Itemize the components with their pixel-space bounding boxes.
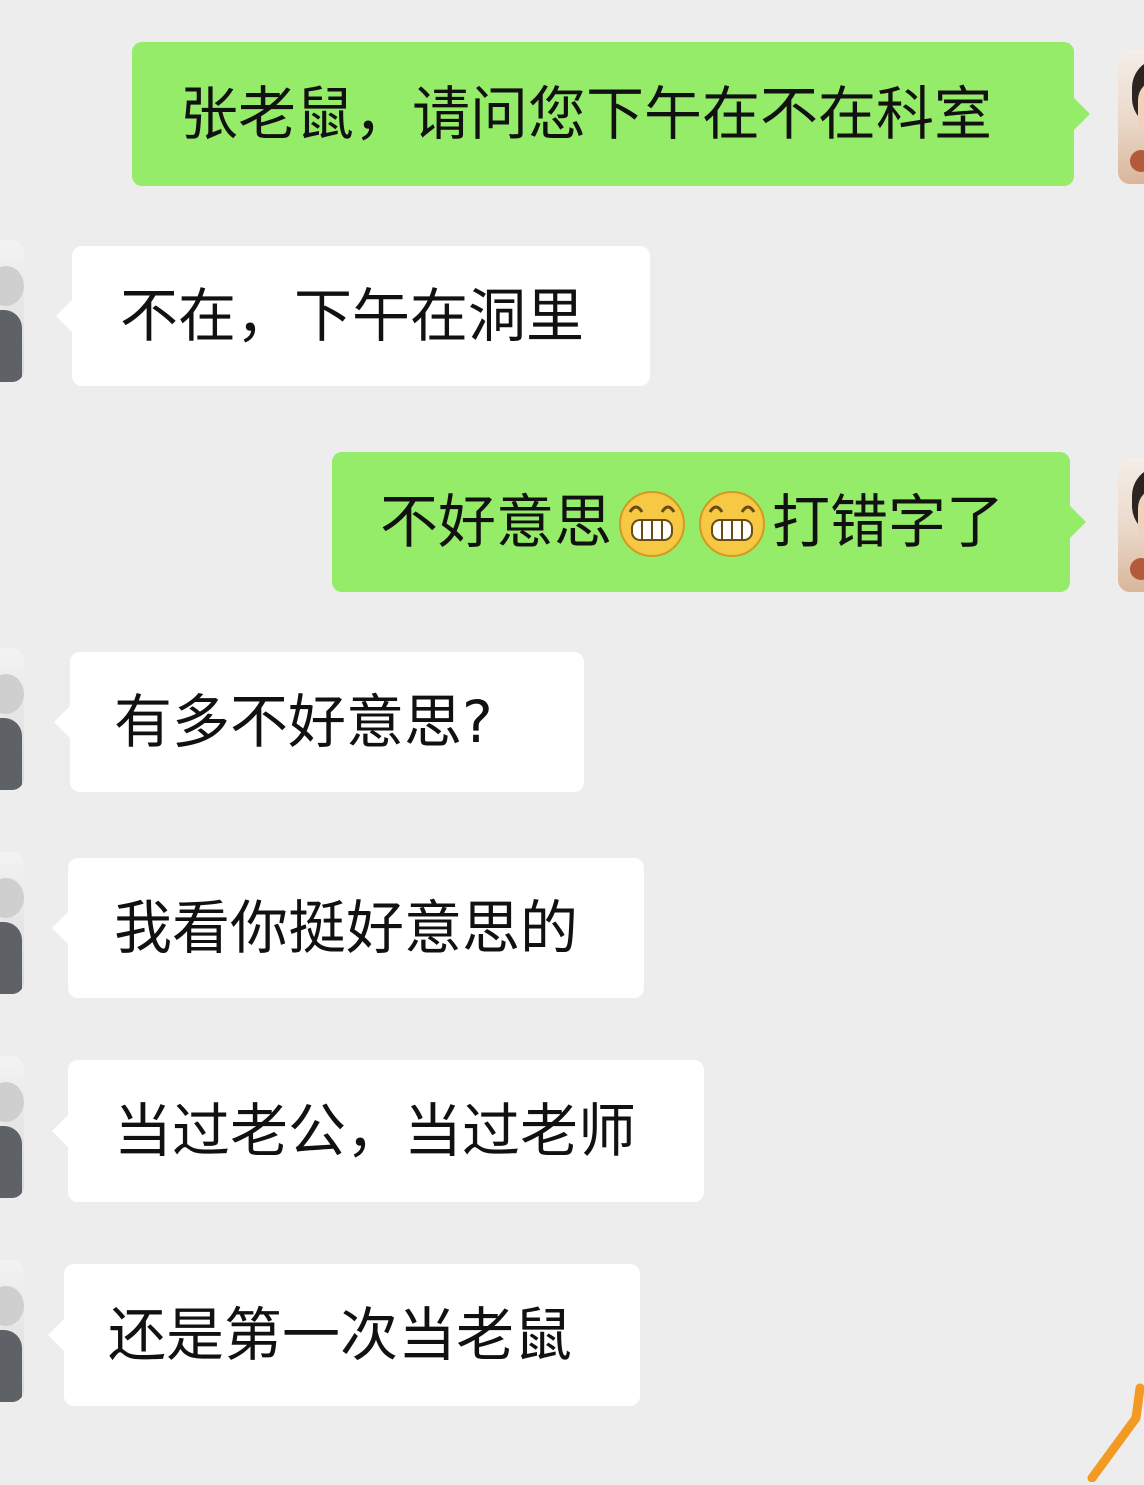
grin-emoji-icon	[619, 491, 686, 557]
message-bubble-received[interactable]: 我看你挺好意思的	[52, 858, 644, 998]
message-bubble-received[interactable]: 有多不好意思?	[54, 652, 584, 792]
message-text: 张老鼠，请问您下午在不在科室	[180, 80, 993, 148]
message-text: 当过老公，当过老师	[114, 1097, 637, 1165]
message-bubble-sent[interactable]: 不好意思 打错字了	[332, 452, 1086, 592]
contact-avatar[interactable]	[0, 1260, 24, 1402]
message-text: 有多不好意思?	[114, 688, 493, 756]
message-text: 不好意思	[380, 488, 613, 556]
message-text: 不在，下午在洞里	[120, 282, 585, 350]
message-bubble-received[interactable]: 不在，下午在洞里	[56, 246, 650, 386]
message-bubble-received[interactable]: 当过老公，当过老师	[52, 1060, 704, 1202]
contact-avatar[interactable]	[0, 240, 24, 382]
orange-stroke-decoration	[1087, 1383, 1144, 1482]
user-avatar[interactable]	[1118, 50, 1144, 184]
message-text: 我看你挺好意思的	[114, 894, 579, 962]
message-text: 还是第一次当老鼠	[108, 1301, 573, 1369]
chat-window: 张老鼠，请问您下午在不在科室 不在，下午在洞里 不好意思 打错字了 有多不好意思…	[0, 0, 1144, 1485]
contact-avatar[interactable]	[0, 1056, 24, 1198]
message-bubble-received[interactable]: 还是第一次当老鼠	[48, 1264, 640, 1406]
message-bubble-sent[interactable]: 张老鼠，请问您下午在不在科室	[132, 42, 1090, 186]
grin-emoji-icon	[699, 491, 766, 557]
contact-avatar[interactable]	[0, 852, 24, 994]
contact-avatar[interactable]	[0, 648, 24, 790]
user-avatar[interactable]	[1118, 458, 1144, 592]
message-text: 打错字了	[772, 488, 1005, 556]
